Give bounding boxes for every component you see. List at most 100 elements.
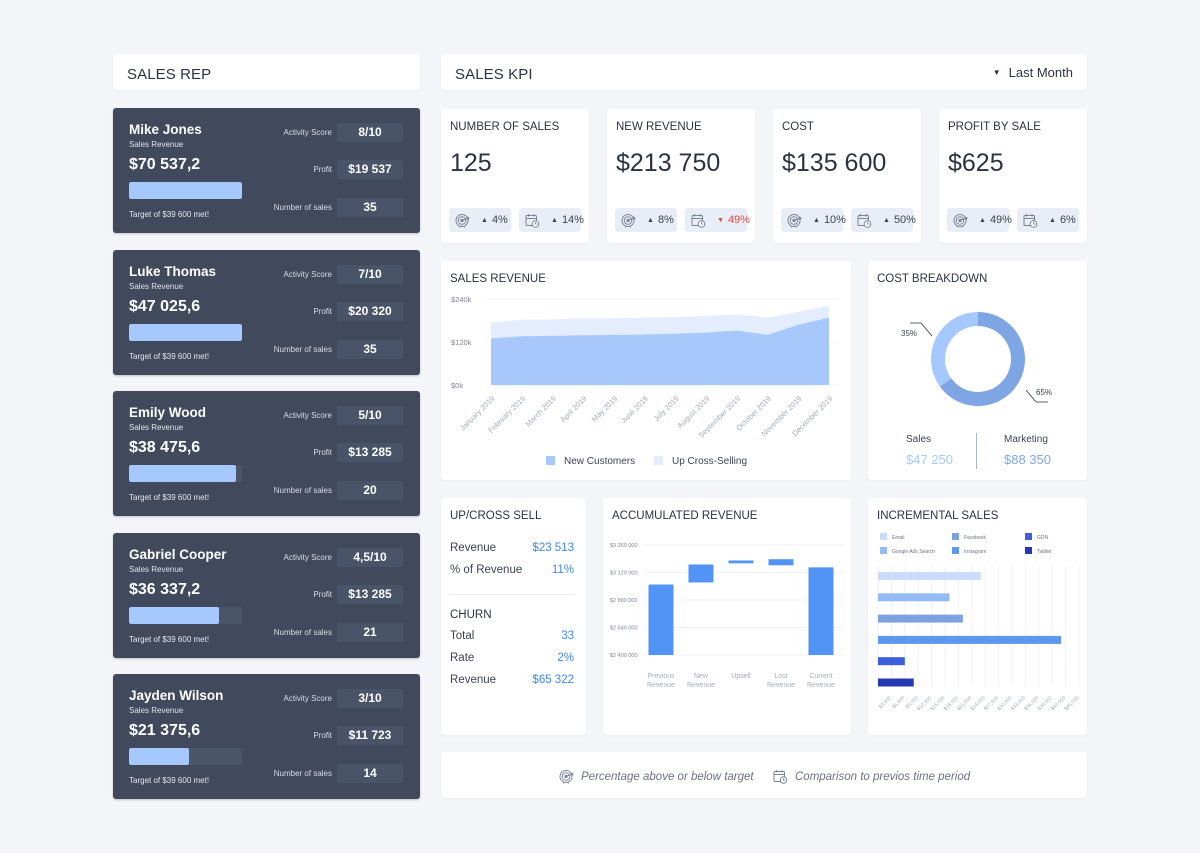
bar-google-ads-search [878, 593, 950, 602]
number-of-sales-label: Number of sales [273, 769, 332, 778]
bar-gdn [878, 657, 905, 666]
rep-target-progress-fill [129, 465, 237, 482]
y-tick-label: $2 640 000 [610, 626, 638, 632]
rep-name: Jayden Wilson [129, 688, 224, 703]
x-tick-label: Lost Revenue [767, 673, 795, 689]
target-legend-text: Percentage above or below target [581, 770, 754, 783]
y-tick-label: $0k [451, 381, 463, 390]
legend-swatch [952, 547, 959, 554]
period-comparison-badge: ▲ 14% [519, 208, 584, 232]
arrow-up-icon: ▲ [813, 216, 820, 224]
number-of-sales-value: 21 [337, 623, 403, 642]
rep-revenue-label: Sales Revenue [129, 140, 184, 149]
waterfall-bar [688, 564, 714, 583]
legend-label: Instagram [964, 549, 986, 555]
activity-score-label: Activity Score [283, 553, 332, 562]
kpi-title: NEW REVENUE [616, 121, 702, 133]
x-tick-label-line: Revenue [647, 682, 675, 689]
accumulated-revenue-card: ACCUMULATED REVENUE $2 400 000 $2 640 000… [603, 498, 851, 735]
sales-kpi-title: SALES KPI [455, 66, 533, 83]
row-value: 11% [551, 564, 574, 576]
number-of-sales-label: Number of sales [273, 628, 332, 637]
target-pct: 4% [491, 214, 508, 226]
sales-rep-card[interactable]: Emily Wood Sales Revenue $38 475,6 Targe… [113, 391, 420, 516]
target-comparison-badge: ▲ 8% [615, 208, 677, 232]
target-icon [455, 213, 476, 228]
slice-pct-label: 35% [901, 329, 917, 338]
target-icon [559, 769, 574, 784]
x-tick-label-line: Revenue [767, 682, 795, 689]
y-tick-label: $2 880 000 [610, 598, 638, 604]
profit-label: Profit [313, 590, 332, 599]
calendar-clock-icon [691, 213, 712, 228]
activity-score-label: Activity Score [283, 128, 332, 137]
arrow-up-icon: ▲ [647, 216, 654, 224]
x-tick-label: June 2019 [619, 394, 650, 425]
rep-name: Emily Wood [129, 405, 207, 420]
x-tick-label: March 2019 [523, 394, 557, 428]
calendar-clock-icon [1023, 213, 1044, 228]
period-comparison-badge: ▲ 50% [851, 208, 916, 232]
activity-score-value: 8/10 [337, 123, 403, 142]
arrow-down-icon: ▼ [717, 216, 724, 224]
sales-rep-card[interactable]: Mike Jones Sales Revenue $70 537,2 Targe… [113, 108, 420, 233]
arrow-up-icon: ▲ [551, 216, 558, 224]
y-tick-label: $2 400 000 [610, 653, 638, 659]
legend-footer: Percentage above or below target Compari… [441, 752, 1087, 798]
rep-target-text: Target of $39 600 met! [129, 210, 210, 219]
row-value: $23 513 [532, 542, 574, 554]
churn-revenue-row: Revenue $65 322 [450, 674, 574, 686]
row-value: 33 [561, 630, 574, 642]
waterfall-bar [768, 559, 794, 566]
sales-rep-card[interactable]: Gabriel Cooper Sales Revenue $36 337,2 T… [113, 533, 420, 658]
upsell-revenue-row: Revenue $23 513 [450, 542, 574, 554]
x-tick-label-line: Revenue [687, 682, 715, 689]
activity-score-value: 3/10 [337, 689, 403, 708]
arrow-up-icon: ▲ [979, 216, 986, 224]
profit-label: Profit [313, 165, 332, 174]
legend-swatch [1025, 533, 1032, 540]
legend-swatch [880, 547, 887, 554]
up-cross-sell-card: UP/CROSS SELL Revenue $23 513 % of Revenu… [441, 498, 586, 735]
rep-revenue: $47 025,6 [129, 298, 201, 315]
target-icon [621, 213, 642, 228]
profit-label: Profit [313, 307, 332, 316]
rep-target-text: Target of $39 600 met! [129, 352, 210, 361]
x-tick-label: $6,000 [891, 695, 906, 710]
rep-target-progress-fill [129, 748, 189, 765]
arrow-up-icon: ▲ [481, 216, 488, 224]
y-tick-label: $240k [451, 295, 472, 304]
legend-swatch [880, 533, 887, 540]
profit-value: $11 723 [337, 726, 403, 745]
rep-revenue: $21 375,6 [129, 722, 201, 739]
churn-total-row: Total 33 [450, 630, 574, 642]
rep-target-progress [129, 324, 242, 341]
incremental-sales-chart: Email Facebook GDN Google Ads Search Instagr… [877, 533, 1081, 712]
rep-name: Luke Thomas [129, 264, 217, 279]
row-value: 2% [557, 652, 574, 664]
number-of-sales-label: Number of sales [273, 486, 332, 495]
caret-down-icon: ▼ [992, 68, 1001, 77]
incremental-sales-card: INCREMENTAL SALES Email Facebook GDN Google… [868, 498, 1087, 735]
kpi-value: 125 [450, 149, 492, 177]
x-tick-label-line: Revenue [807, 682, 835, 689]
target-pct: 49% [989, 214, 1012, 226]
profit-label: Profit [313, 448, 332, 457]
arrow-up-icon: ▲ [1049, 216, 1056, 224]
period-legend: Comparison to previos time period [773, 769, 970, 784]
bar-instagram [878, 635, 1062, 644]
number-of-sales-label: Number of sales [273, 203, 332, 212]
cost-breakdown-card: COST BREAKDOWN 35% 65% Sales $47 250 Mark… [868, 261, 1087, 480]
rep-target-progress-fill [129, 607, 220, 624]
activity-score-label: Activity Score [283, 411, 332, 420]
period-dropdown[interactable]: ▼ Last Month [993, 65, 1073, 80]
x-tick-label: May 2019 [590, 394, 620, 424]
sales-rep-card[interactable]: Jayden Wilson Sales Revenue $21 375,6 Ta… [113, 674, 420, 799]
legend-label: Twitter [1037, 549, 1052, 555]
section-divider [450, 594, 574, 595]
accumulated-revenue-chart: $2 400 000 $2 640 000 $2 880 000 $3 120 000… [610, 543, 843, 689]
x-tick-label: $45,000 [1063, 695, 1080, 712]
legend-label: Email [892, 535, 905, 541]
sales-rep-card[interactable]: Luke Thomas Sales Revenue $47 025,6 Targ… [113, 250, 420, 375]
legend-label: Up Cross-Selling [672, 456, 747, 467]
